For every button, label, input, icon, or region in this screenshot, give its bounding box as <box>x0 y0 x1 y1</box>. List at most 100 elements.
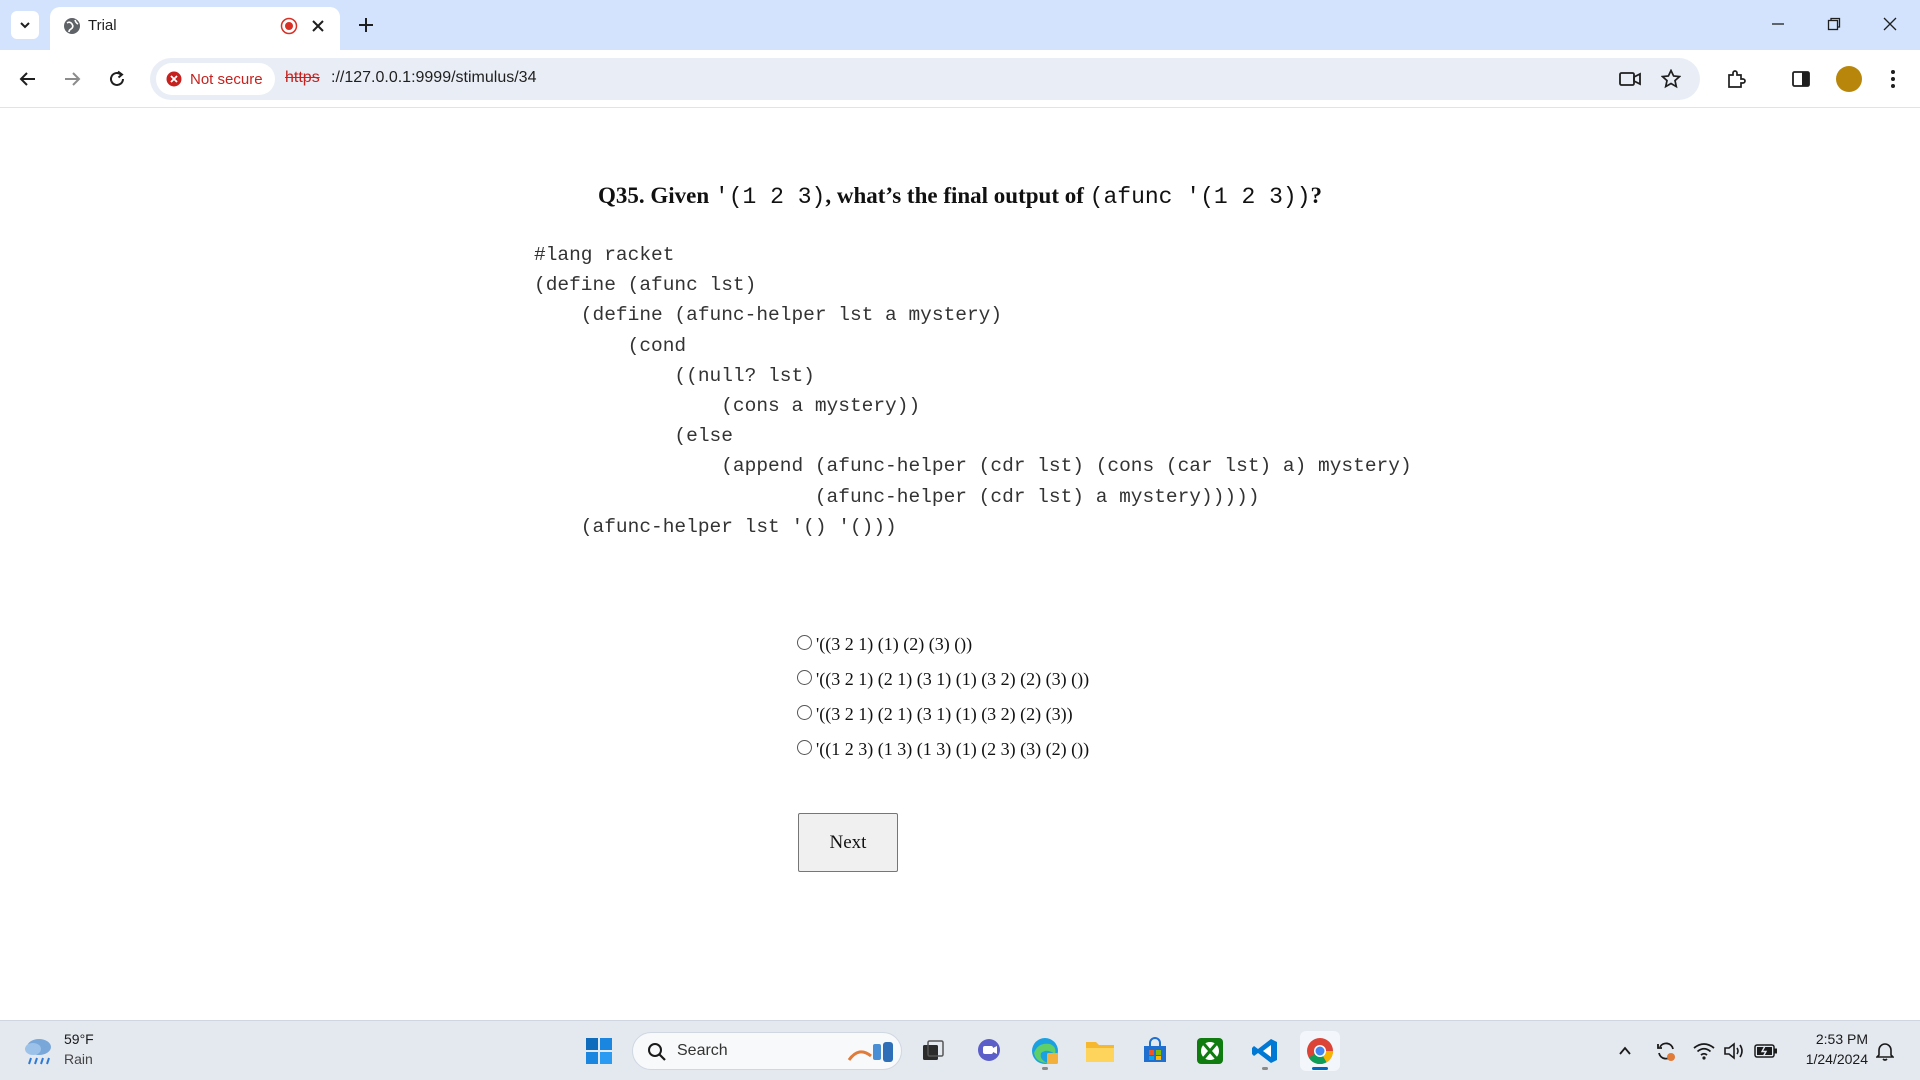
answer-option-4[interactable]: '((1 2 3) (1 3) (1 3) (1) (2 3) (3) (2) … <box>797 732 1089 767</box>
active-tab[interactable]: Trial <box>50 7 340 50</box>
clock-time[interactable]: 2:53 PM <box>1790 1031 1868 1047</box>
question-suffix: ? <box>1310 183 1323 208</box>
task-view-icon <box>923 1040 944 1060</box>
next-button[interactable]: Next <box>798 813 898 872</box>
taskbar: 59°F Rain Search 2:53 PM 1/24/2024 <box>0 1020 1920 1080</box>
vscode-icon <box>1252 1039 1277 1063</box>
teams-chat-app[interactable] <box>969 1031 1009 1071</box>
tab-title: Trial <box>88 17 117 34</box>
microsoft-store-app[interactable] <box>1135 1031 1175 1071</box>
radio-button[interactable] <box>797 705 812 720</box>
file-explorer-app[interactable] <box>1080 1031 1120 1071</box>
camera-button[interactable] <box>1618 67 1642 91</box>
battery-tray-button[interactable] <box>1754 1039 1778 1063</box>
xbox-app[interactable] <box>1190 1031 1230 1071</box>
question-middle: , what’s the final output of <box>825 183 1090 208</box>
url-text: ://127.0.0.1:9999/stimulus/34 <box>331 69 537 86</box>
sync-tray-button[interactable] <box>1654 1039 1678 1063</box>
code-block: #lang racket (define (afunc lst) (define … <box>534 240 1412 542</box>
side-panel-icon <box>1792 71 1810 87</box>
reload-icon <box>110 70 124 86</box>
arrow-left-icon <box>19 72 35 86</box>
star-icon <box>1661 69 1681 89</box>
answer-option-label: '((3 2 1) (2 1) (3 1) (1) (3 2) (2) (3)) <box>816 704 1073 724</box>
radio-button[interactable] <box>797 670 812 685</box>
chevron-up-icon <box>1619 1046 1631 1055</box>
answer-option-label: '((1 2 3) (1 3) (1 3) (1) (2 3) (3) (2) … <box>816 739 1090 759</box>
edge-app[interactable] <box>1025 1031 1065 1071</box>
profile-avatar[interactable] <box>1836 66 1862 92</box>
answer-options: '((3 2 1) (1) (2) (3) ()) '((3 2 1) (2 1… <box>797 627 1089 767</box>
error-icon <box>166 71 182 87</box>
weather-condition: Rain <box>64 1051 93 1067</box>
puzzle-icon <box>1728 70 1746 88</box>
chrome-app[interactable] <box>1300 1031 1340 1071</box>
restore-icon <box>1827 17 1841 31</box>
window-close-button[interactable] <box>1862 0 1918 48</box>
reload-button[interactable] <box>102 64 132 94</box>
minimize-icon <box>1772 23 1784 25</box>
volume-tray-button[interactable] <box>1722 1039 1746 1063</box>
tab-strip: Trial <box>0 0 1920 50</box>
running-indicator <box>1042 1067 1048 1070</box>
address-bar[interactable]: Not secure https ://127.0.0.1:9999/stimu… <box>150 58 1700 100</box>
browser-toolbar: Not secure https ://127.0.0.1:9999/stimu… <box>0 50 1920 108</box>
security-chip[interactable]: Not secure <box>156 63 275 95</box>
question-call-expression: (afunc '(1 2 3)) <box>1089 184 1311 210</box>
question-list-literal: '(1 2 3) <box>714 184 826 210</box>
code-line: (afunc-helper (cdr lst) a mystery))))) <box>534 485 1260 508</box>
battery-charging-icon <box>1754 1044 1777 1058</box>
answer-option-label: '((3 2 1) (1) (2) (3) ()) <box>816 634 973 654</box>
bookmark-button[interactable] <box>1659 67 1683 91</box>
answer-option-3[interactable]: '((3 2 1) (2 1) (3 1) (1) (3 2) (2) (3)) <box>797 697 1089 732</box>
video-camera-icon <box>1619 72 1641 86</box>
radio-button[interactable] <box>797 635 812 650</box>
code-line: (cons a mystery)) <box>534 395 921 418</box>
recording-icon <box>280 17 298 35</box>
question-prefix: Q35. Given <box>598 183 715 208</box>
chevron-down-icon <box>20 22 30 29</box>
extensions-button[interactable] <box>1721 64 1751 94</box>
active-indicator <box>1312 1067 1328 1070</box>
show-hidden-icons-button[interactable] <box>1613 1039 1637 1063</box>
chrome-icon <box>1307 1038 1334 1065</box>
answer-option-label: '((3 2 1) (2 1) (3 1) (1) (3 2) (2) (3) … <box>816 669 1090 689</box>
taskbar-search[interactable]: Search <box>632 1032 902 1070</box>
xbox-icon <box>1197 1038 1223 1064</box>
restore-button[interactable] <box>1806 0 1862 48</box>
code-line: (define (afunc-helper lst a mystery) <box>534 304 1003 327</box>
search-highlight-icon <box>847 1042 893 1062</box>
close-icon <box>312 20 324 32</box>
back-button[interactable] <box>13 64 43 94</box>
wifi-tray-button[interactable] <box>1692 1039 1716 1063</box>
plus-icon <box>359 18 373 32</box>
code-line: (afunc-helper lst '() '())) <box>534 515 897 538</box>
new-tab-button[interactable] <box>352 11 380 39</box>
forward-button[interactable] <box>57 64 87 94</box>
notifications-button[interactable] <box>1873 1039 1897 1063</box>
tab-search-button[interactable] <box>11 11 39 39</box>
answer-option-2[interactable]: '((3 2 1) (2 1) (3 1) (1) (3 2) (2) (3) … <box>797 662 1089 697</box>
vscode-app[interactable] <box>1245 1031 1285 1071</box>
close-icon <box>1883 17 1897 31</box>
search-placeholder: Search <box>677 1042 728 1059</box>
browser-menu-button[interactable] <box>1878 64 1908 94</box>
radio-button[interactable] <box>797 740 812 755</box>
store-icon <box>1144 1037 1166 1062</box>
tab-close-button[interactable] <box>308 16 328 36</box>
answer-option-1[interactable]: '((3 2 1) (1) (2) (3) ()) <box>797 627 1089 662</box>
globe-icon <box>64 18 80 34</box>
minimize-button[interactable] <box>1750 0 1806 48</box>
code-line: (cond <box>534 334 687 357</box>
security-label: Not secure <box>190 70 263 88</box>
clock-date[interactable]: 1/24/2024 <box>1790 1051 1868 1067</box>
task-view-button[interactable] <box>913 1031 953 1071</box>
start-button[interactable] <box>579 1031 619 1071</box>
code-line: (else <box>534 425 733 448</box>
url-scheme: https <box>285 69 320 86</box>
chat-icon <box>978 1039 1000 1061</box>
code-line: #lang racket <box>534 244 675 266</box>
side-panel-button[interactable] <box>1786 64 1816 94</box>
code-line: ((null? lst) <box>534 364 815 387</box>
rain-cloud-icon[interactable] <box>22 1034 56 1068</box>
